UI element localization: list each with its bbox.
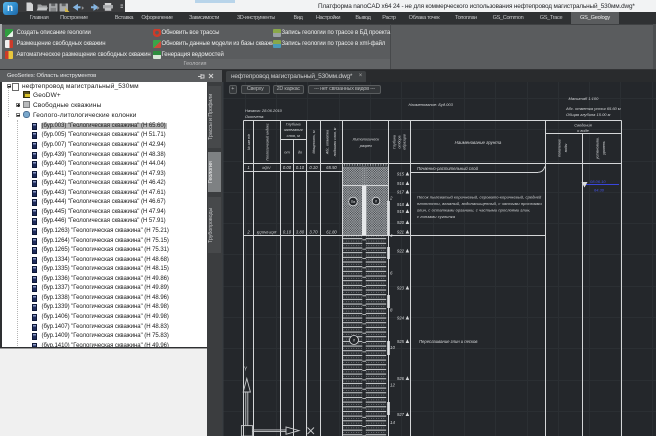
svg-text:921: 921: [397, 230, 404, 235]
svg-text:с линзами суглинка: с линзами суглинка: [417, 214, 456, 219]
svg-text:Сведения: Сведения: [574, 123, 592, 128]
svg-text:0.10: 0.10: [296, 165, 305, 170]
svg-text:0.10: 0.10: [309, 165, 318, 170]
svg-text:12: 12: [390, 383, 395, 388]
svg-text:lgQIIIvd-aQIII: lgQIIIvd-aQIII: [257, 231, 277, 235]
svg-text:917: 917: [397, 190, 405, 195]
svg-text:8: 8: [390, 308, 393, 313]
svg-text:3.80: 3.80: [296, 230, 305, 235]
svg-text:Y: Y: [244, 367, 248, 373]
svg-text:2: 2: [246, 230, 250, 235]
svg-text:922: 922: [397, 249, 405, 254]
svg-text:Начата: 28.06.2010: Начата: 28.06.2010: [245, 108, 283, 113]
svg-text:1: 1: [247, 165, 249, 170]
svg-text:Пв: Пв: [351, 200, 356, 204]
svg-text:bQIV: bQIV: [262, 166, 271, 170]
svg-text:64.30: 64.30: [594, 188, 605, 193]
svg-text:Общая глубина 15.00 м: Общая глубина 15.00 м: [566, 112, 611, 117]
svg-text:появление: появление: [558, 139, 562, 157]
svg-text:уровень: уровень: [602, 141, 606, 156]
svg-text:Песок пылеватый коричневый, се: Песок пылеватый коричневый, серовато-кор…: [417, 195, 542, 200]
svg-text:воды: воды: [564, 143, 568, 152]
svg-text:925: 925: [397, 339, 405, 344]
svg-text:927: 927: [397, 412, 405, 417]
svg-text:924: 924: [397, 316, 405, 321]
svg-text:920: 920: [397, 220, 405, 225]
svg-text:о воде: о воде: [577, 128, 590, 133]
svg-text:3.70: 3.70: [309, 230, 318, 235]
svg-text:Наименование грунта: Наименование грунта: [455, 140, 502, 145]
svg-text:образцов: образцов: [403, 134, 407, 150]
svg-text:залегания: залегания: [283, 127, 303, 132]
svg-text:слоя, м: слоя, м: [287, 133, 300, 138]
svg-text:до: до: [298, 150, 303, 155]
svg-text:Окончена:: Окончена:: [245, 114, 264, 119]
svg-text:10: 10: [390, 345, 395, 350]
svg-text:от: от: [284, 150, 290, 155]
svg-text:918: 918: [397, 202, 405, 207]
svg-text:915: 915: [397, 172, 405, 177]
svg-text:923: 923: [397, 286, 405, 291]
svg-text:подошвы слоя, м: подошвы слоя, м: [333, 127, 337, 156]
svg-text:0.10: 0.10: [283, 230, 292, 235]
svg-text:№ скв п/п: № скв п/п: [247, 134, 251, 150]
svg-text:Абс. отметка устья 65.60 м: Абс. отметка устья 65.60 м: [565, 106, 621, 111]
svg-text:установивш.: установивш.: [596, 137, 600, 160]
svg-text:2: 2: [389, 196, 393, 201]
svg-text:Глубина: Глубина: [286, 121, 302, 126]
svg-text:плотности, влажный, водонасыще: плотности, влажный, водонасыщенный, с ча…: [417, 201, 542, 206]
svg-text:Масштаб 1:100: Масштаб 1:100: [569, 96, 600, 101]
svg-text:Почвенно-растительный слой: Почвенно-растительный слой: [417, 166, 479, 171]
svg-text:926: 926: [397, 376, 405, 381]
svg-text:Литологическ: Литологическ: [352, 137, 380, 142]
svg-text:Геологический индекс: Геологический индекс: [266, 123, 270, 160]
svg-text:Глубина: Глубина: [393, 135, 397, 149]
svg-text:6: 6: [390, 270, 393, 275]
svg-text:916: 916: [397, 181, 405, 186]
svg-text:08.06.10: 08.06.10: [590, 179, 606, 184]
svg-text:отбора: отбора: [398, 135, 402, 148]
svg-text:61.80: 61.80: [326, 230, 337, 235]
svg-text:Мощность, м: Мощность, м: [312, 130, 316, 154]
svg-text:14: 14: [390, 420, 395, 425]
svg-text:65.50: 65.50: [326, 165, 337, 170]
svg-text:Переслаивание глин и песков: Переслаивание глин и песков: [419, 339, 478, 344]
svg-text:разрез: разрез: [359, 143, 372, 148]
svg-text:0.00: 0.00: [283, 165, 292, 170]
svg-text:Наименование: Буд.003: Наименование: Буд.003: [409, 102, 454, 107]
svg-text:Абс. отметка: Абс. отметка: [326, 130, 330, 155]
svg-text:919: 919: [397, 209, 405, 214]
svg-text:глин, с остатками органики, с: глин, с остатками органики, с частыми пр…: [417, 208, 531, 213]
